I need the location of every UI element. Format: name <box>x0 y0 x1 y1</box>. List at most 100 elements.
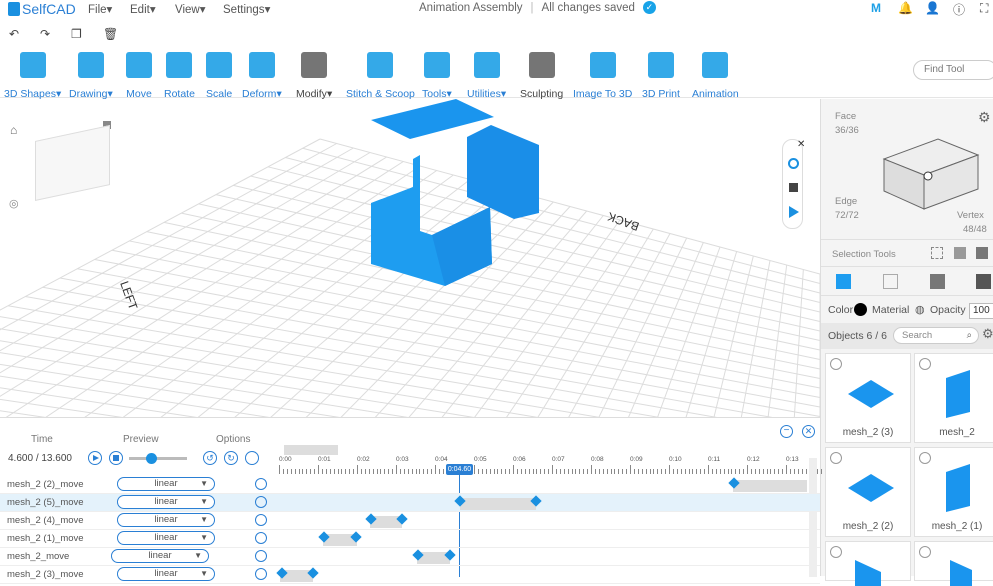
easing-select[interactable]: linear ▼ <box>117 495 215 509</box>
track-row[interactable]: mesh_2 (2)_move linear ▼ <box>0 476 820 494</box>
stop-icon[interactable] <box>789 183 798 192</box>
trash-icon[interactable] <box>255 532 267 544</box>
keyframe-range[interactable] <box>733 480 807 492</box>
checkbox[interactable] <box>830 546 842 558</box>
trash-icon[interactable] <box>255 550 267 562</box>
ruler-tick-label: 0:00 <box>279 456 292 463</box>
object-mode-icon[interactable] <box>836 274 851 289</box>
bell-icon[interactable]: 🔔 <box>898 1 913 15</box>
close-timeline-icon[interactable]: ✕ <box>802 425 815 438</box>
save-option-icon[interactable] <box>245 451 259 465</box>
checkbox[interactable] <box>830 358 842 370</box>
gear-icon[interactable]: ⚙ <box>978 109 991 126</box>
ruler-tick-label: 0:07 <box>552 456 565 463</box>
redo-icon[interactable]: ↷ <box>40 27 50 41</box>
document-title[interactable]: Animation Assembly <box>419 2 523 14</box>
object-tile[interactable] <box>914 541 993 586</box>
trash-icon[interactable] <box>255 514 267 526</box>
tool-deform[interactable]: Deform▾ <box>242 52 282 100</box>
easing-select[interactable]: linear ▼ <box>117 531 215 545</box>
rect-select-icon[interactable] <box>931 247 943 259</box>
track-row[interactable]: mesh_2_move linear ▼ <box>0 548 820 566</box>
timeline-scrollbar[interactable] <box>284 445 338 455</box>
object-back-panel[interactable] <box>467 125 539 219</box>
objects-settings-icon[interactable]: ⚙ <box>982 326 993 342</box>
tool-tools[interactable]: Tools▾ <box>422 52 452 100</box>
checkbox[interactable] <box>919 546 931 558</box>
ruler-tick <box>567 469 569 474</box>
info-icon[interactable]: ⓘ <box>953 1 965 18</box>
tool-sculpting[interactable]: Sculpting <box>520 52 563 100</box>
face-mode-icon[interactable] <box>883 274 898 289</box>
tool-3d-print[interactable]: 3D Print <box>642 52 680 100</box>
time-ruler[interactable]: 0:00 0:01 0:02 0:03 0:04 0:05 0:06 0:07 0:08 0:09… <box>279 456 823 476</box>
object-tile[interactable]: mesh_2 <box>914 353 993 443</box>
trash-icon[interactable] <box>255 496 267 508</box>
minimize-icon[interactable]: − <box>780 425 793 438</box>
fullscreen-icon[interactable]: ⛶ <box>980 1 988 16</box>
trash-icon[interactable] <box>255 568 267 580</box>
user-icon[interactable]: 👤 <box>925 1 940 15</box>
compass-icon[interactable]: ◎ <box>9 197 19 210</box>
play-icon[interactable] <box>789 206 799 218</box>
tool-utilities[interactable]: Utilities▾ <box>467 52 506 100</box>
menu-view[interactable]: View▾ <box>175 2 206 16</box>
tool-image-to-3d[interactable]: Image To 3D <box>573 52 632 100</box>
delete-icon[interactable]: 🗑 <box>103 27 118 41</box>
tool-3d-shapes[interactable]: 3D Shapes▾ <box>4 52 61 100</box>
find-tool-input[interactable]: Find Tool <box>913 60 993 80</box>
checkbox[interactable] <box>919 358 931 370</box>
object-tile[interactable] <box>825 541 911 586</box>
edge-mode-icon[interactable] <box>930 274 945 289</box>
tool-drawing[interactable]: Drawing▾ <box>69 52 113 100</box>
preview-play-icon[interactable] <box>88 451 102 465</box>
keyframe-range[interactable] <box>460 498 536 510</box>
track-row[interactable]: mesh_2 (1)_move linear ▼ <box>0 530 820 548</box>
ruler-tick <box>380 469 382 474</box>
undo-icon[interactable]: ↶ <box>9 27 19 41</box>
menu-edit[interactable]: Edit▾ <box>130 2 156 16</box>
menu-file[interactable]: File▾ <box>88 2 112 16</box>
objects-search-input[interactable]: Search ⌕ <box>893 327 979 344</box>
checkbox[interactable] <box>830 452 842 464</box>
lasso-select-icon[interactable] <box>954 247 966 259</box>
record-icon[interactable] <box>788 158 799 169</box>
tool-rotate[interactable]: Rotate <box>164 52 195 100</box>
opacity-input[interactable]: 100 <box>969 303 993 319</box>
object-tile[interactable]: mesh_2 (1) <box>914 447 993 537</box>
home-icon[interactable]: ⌂ <box>10 123 17 137</box>
color-swatch[interactable] <box>854 303 867 316</box>
m-logo-icon[interactable]: M <box>871 1 881 15</box>
menu-settings[interactable]: Settings▾ <box>223 2 270 16</box>
easing-select[interactable]: linear ▼ <box>117 477 215 491</box>
object-tile[interactable]: mesh_2 (2) <box>825 447 911 537</box>
redo-option-icon[interactable]: ↻ <box>224 451 238 465</box>
close-record-icon[interactable]: ✕ <box>797 139 805 150</box>
track-row[interactable]: mesh_2 (4)_move linear ▼ <box>0 512 820 530</box>
preview-stop-icon[interactable] <box>109 451 123 465</box>
tool-scale[interactable]: Scale <box>206 52 232 100</box>
ruler-tick <box>528 469 530 474</box>
tool-stitch-scoop[interactable]: Stitch & Scoop <box>346 52 415 100</box>
easing-select[interactable]: linear ▼ <box>117 513 215 527</box>
ruler-tick <box>704 469 706 474</box>
tool-modify[interactable]: Modify▾ <box>296 52 332 100</box>
easing-select[interactable]: linear ▼ <box>117 567 215 581</box>
track-row[interactable]: mesh_2 (3)_move linear ▼ <box>0 566 820 584</box>
ruler-tick-label: 0:09 <box>630 456 643 463</box>
preview-speed-slider[interactable] <box>129 453 187 464</box>
undo-option-icon[interactable]: ↺ <box>203 451 217 465</box>
object-tile[interactable]: mesh_2 (3) <box>825 353 911 443</box>
vertex-mode-icon[interactable] <box>976 274 991 289</box>
material-label[interactable]: Material <box>872 304 909 316</box>
trash-icon[interactable] <box>255 478 267 490</box>
checkbox[interactable] <box>919 452 931 464</box>
tool-animation[interactable]: Animation <box>692 52 739 100</box>
track-row[interactable]: mesh_2 (5)_move linear ▼ <box>0 494 820 512</box>
easing-select[interactable]: linear ▼ <box>111 549 209 563</box>
tool-move[interactable]: Move <box>126 52 152 100</box>
3d-viewport[interactable]: LEFT BACK ⌂ ◎ ✕ <box>0 99 820 417</box>
check-icon: ✓ <box>642 1 656 14</box>
copy-icon[interactable]: ❐ <box>71 27 82 41</box>
paint-select-icon[interactable] <box>976 247 988 259</box>
